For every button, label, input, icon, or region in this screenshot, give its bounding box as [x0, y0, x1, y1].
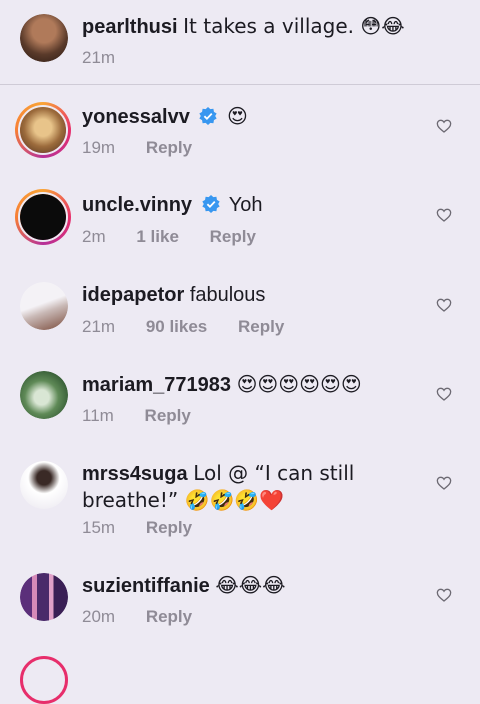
likes-count-button[interactable]: 90 likes	[146, 317, 207, 336]
heart-outline-icon[interactable]	[436, 475, 452, 491]
heart-outline-icon[interactable]	[436, 386, 452, 402]
reply-button[interactable]: Reply	[210, 227, 256, 246]
heart-outline-icon[interactable]	[436, 118, 452, 134]
comment-time: 11m	[82, 406, 114, 425]
comment-text-line: suzientiffanie 😂😂😂	[82, 572, 424, 599]
post-caption: pearlthusi It takes a village. 😳😂 21m	[0, 0, 480, 85]
comment-text-line: uncle.vinny Yoh	[82, 192, 424, 218]
comment-meta: 15m Reply	[82, 517, 218, 539]
comment-text: 😂😂😂	[215, 573, 286, 597]
avatar[interactable]	[20, 461, 68, 509]
reply-button[interactable]: Reply	[146, 607, 192, 626]
comment-time: 20m	[82, 607, 116, 626]
comment-text-line: mrss4suga Lol @ “I can still breathe!” 🤣…	[82, 460, 424, 514]
caption-text-line: pearlthusi It takes a village. 😳😂	[82, 13, 424, 40]
comment-username[interactable]: suzientiffanie	[82, 575, 210, 597]
reply-button[interactable]: Reply	[146, 138, 192, 157]
comment-meta: 19m Reply	[82, 137, 218, 159]
comment-time: 2m	[82, 227, 106, 246]
comment-username[interactable]: idepapetor	[82, 284, 184, 306]
heart-outline-icon[interactable]	[436, 587, 452, 603]
comment-meta: 11m Reply	[82, 405, 217, 427]
verified-badge-icon	[201, 195, 220, 213]
comment-username[interactable]: mariam_771983	[82, 374, 231, 396]
comment-username[interactable]: mrss4suga	[82, 463, 188, 485]
caption-username[interactable]: pearlthusi	[82, 16, 178, 38]
comment-text: 😍	[226, 104, 248, 128]
avatar[interactable]	[20, 573, 68, 621]
comment-username[interactable]: uncle.vinny	[82, 194, 192, 216]
comment-time: 15m	[82, 518, 116, 537]
comment-meta: 2m 1 like Reply	[82, 226, 282, 248]
comment-time: 19m	[82, 138, 116, 157]
reply-button[interactable]: Reply	[145, 406, 191, 425]
comment-text-line: idepapetor fabulous	[82, 282, 424, 308]
avatar[interactable]	[20, 371, 68, 419]
caption-text: It takes a village. 😳😂	[183, 14, 405, 38]
comment-meta: 21m 90 likes Reply	[82, 316, 310, 338]
likes-count-button[interactable]: 1 like	[136, 227, 179, 246]
heart-outline-icon[interactable]	[436, 207, 452, 223]
reply-button[interactable]: Reply	[238, 317, 284, 336]
comment-text: 😍😍😍😍😍😍	[236, 372, 362, 396]
heart-outline-icon[interactable]	[436, 297, 452, 313]
comment-time: 21m	[82, 317, 116, 336]
avatar[interactable]	[15, 102, 71, 158]
comment-meta: 20m Reply	[82, 606, 218, 628]
comment-text: fabulous	[189, 284, 266, 306]
avatar[interactable]	[20, 656, 68, 704]
avatar[interactable]	[15, 189, 71, 245]
comment-text-line: mariam_771983 😍😍😍😍😍😍	[82, 371, 424, 398]
comment-text-line: yonessalvv 😍	[82, 103, 424, 130]
avatar[interactable]	[20, 14, 68, 62]
avatar[interactable]	[20, 282, 68, 330]
reply-button[interactable]: Reply	[146, 518, 192, 537]
verified-badge-icon	[199, 107, 218, 125]
comment-username[interactable]: yonessalvv	[82, 106, 190, 128]
caption-time: 21m	[82, 48, 116, 67]
comment-text: Yoh	[228, 194, 263, 216]
caption-meta: 21m	[82, 47, 141, 69]
